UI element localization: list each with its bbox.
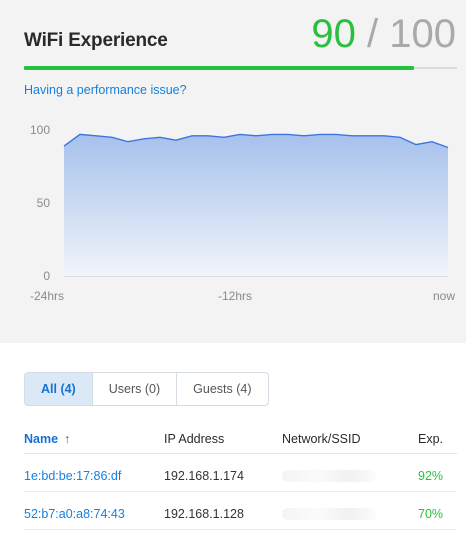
score-progress-track — [24, 66, 457, 70]
client-name-link[interactable]: 52:b7:a0:a8:74:43 — [24, 492, 125, 536]
client-ip: 192.168.1.128 — [164, 507, 244, 521]
y-tick-label: 0 — [43, 269, 50, 283]
tab-guests[interactable]: Guests (4) — [177, 373, 267, 405]
tab-all[interactable]: All (4) — [25, 373, 93, 405]
column-header-exp[interactable]: Exp. — [418, 424, 443, 454]
score-value: 90 — [311, 12, 356, 56]
column-header-ip[interactable]: IP Address — [164, 424, 224, 454]
experience-score: 90 / 100 — [311, 14, 456, 54]
column-header-ssid[interactable]: Network/SSID — [282, 424, 361, 454]
clients-table: Name ↑ IP Address Network/SSID Exp. 1e:bd… — [24, 424, 457, 530]
column-header-name[interactable]: Name ↑ — [24, 424, 70, 454]
card-title: WiFi Experience — [24, 30, 168, 51]
x-tick-label: -12hrs — [218, 289, 252, 303]
wifi-experience-card: WiFi Experience 90 / 100 Having a perfor… — [0, 0, 466, 343]
table-row[interactable]: 1e:bd:be:17:86:df 192.168.1.174 92% — [24, 454, 457, 492]
performance-issue-link[interactable]: Having a performance issue? — [24, 83, 187, 97]
table-header: Name ↑ IP Address Network/SSID Exp. — [24, 424, 457, 454]
y-tick-label: 50 — [37, 196, 51, 210]
x-tick-label: -24hrs — [30, 289, 64, 303]
score-separator: / — [367, 12, 379, 56]
score-progress-fill — [24, 66, 414, 70]
arrow-up-icon: ↑ — [64, 432, 71, 446]
client-experience: 70% — [418, 507, 444, 521]
client-filter-tabs: All (4) Users (0) Guests (4) — [24, 372, 269, 406]
x-tick-label: now — [433, 289, 455, 303]
score-max: 100 — [389, 12, 456, 56]
client-ssid-redacted — [282, 492, 377, 538]
experience-area — [64, 134, 448, 276]
tab-users[interactable]: Users (0) — [93, 373, 178, 405]
y-tick-label: 100 — [30, 123, 50, 137]
wifi-experience-chart: 100 50 0 -24hrs -12hrs now — [30, 123, 455, 303]
table-row[interactable]: 52:b7:a0:a8:74:43 192.168.1.128 70% — [24, 492, 457, 530]
